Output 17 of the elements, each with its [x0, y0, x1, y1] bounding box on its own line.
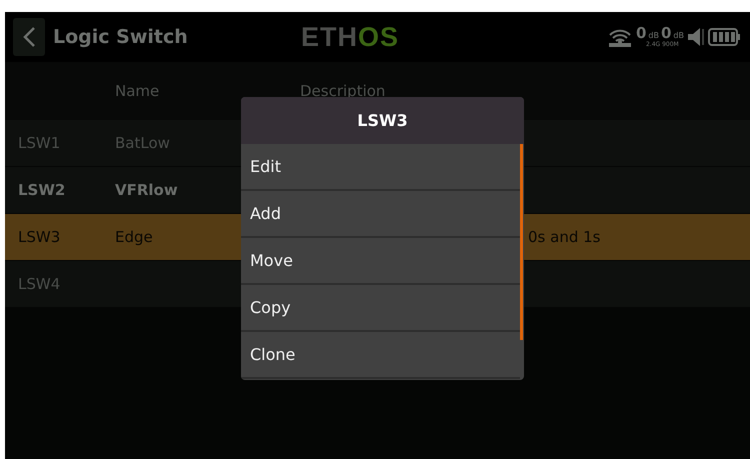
switch-id: LSW1 — [18, 134, 62, 152]
column-header: Description — [300, 82, 386, 100]
rf-unit: dB — [648, 31, 659, 40]
switch-id: LSW3 — [18, 228, 62, 246]
switch-name: Edge — [115, 228, 154, 246]
screen-title: Logic Switch — [53, 26, 189, 48]
switch-id: LSW4 — [18, 275, 62, 293]
menu-title: LSW3 — [241, 97, 524, 144]
logo: ETHOS — [301, 22, 400, 52]
rf-value: 0 — [636, 26, 646, 41]
rf-unit: dB — [673, 31, 684, 40]
switch-name: VFRlow — [115, 181, 179, 199]
switch-name: BatLow — [115, 134, 171, 152]
column-header: Name — [115, 82, 160, 100]
rf-value: 0 — [660, 26, 672, 41]
switch-description: 0s and 1s — [528, 228, 602, 246]
switch-id: LSW2 — [18, 181, 66, 199]
